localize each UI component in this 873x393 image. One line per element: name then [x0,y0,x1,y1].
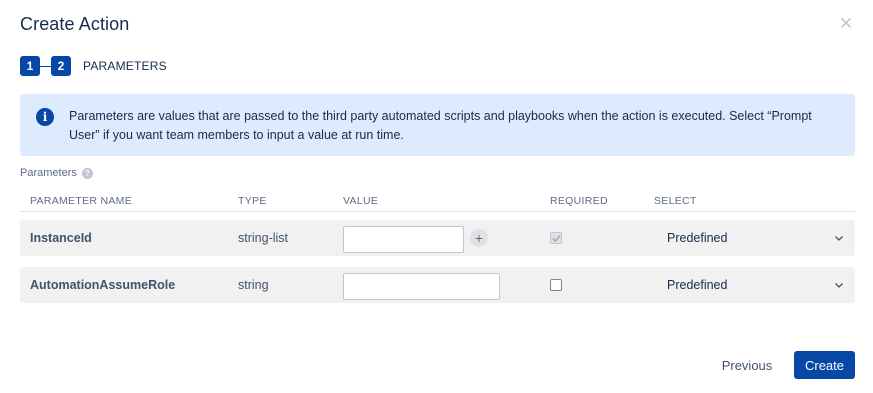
parameter-type: string-list [238,231,289,245]
close-icon[interactable]: ✕ [838,15,854,32]
header-select: SELECT [654,195,697,207]
table-row: InstanceId string-list + Predefined [20,220,855,256]
parameter-name: InstanceId [30,231,92,245]
step-connector [40,65,51,67]
step-1[interactable]: 1 [20,56,40,76]
info-text: Parameters are values that are passed to… [69,109,812,142]
previous-button[interactable]: Previous [708,351,786,379]
value-input[interactable] [343,273,500,300]
chevron-down-icon[interactable] [834,233,844,243]
select-value[interactable]: Predefined [667,267,727,303]
dialog-title: Create Action [20,14,130,34]
required-checkbox[interactable] [550,279,562,291]
header-parameter-name: PARAMETER NAME [30,195,133,207]
chevron-down-icon[interactable] [834,280,844,290]
header-required: REQUIRED [550,195,608,207]
header-type: TYPE [238,195,267,207]
add-value-icon[interactable]: + [470,229,488,247]
header-value: VALUE [343,195,379,207]
table-row: AutomationAssumeRole string Predefined [20,267,855,303]
step-label: PARAMETERS [83,59,167,73]
step-2[interactable]: 2 [51,56,71,76]
value-input[interactable] [343,226,464,253]
parameter-name: AutomationAssumeRole [30,278,176,292]
create-button[interactable]: Create [794,351,855,379]
required-checkbox[interactable] [550,232,562,244]
parameters-label: Parameters [20,167,77,179]
parameter-type: string [238,278,269,292]
select-value[interactable]: Predefined [667,220,727,256]
parameters-section-label: Parameters ? [20,167,93,179]
info-icon: i [36,108,54,126]
help-icon[interactable]: ? [81,167,93,179]
stepper: 1 2 PARAMETERS [20,56,167,76]
table-header: PARAMETER NAME TYPE VALUE REQUIRED SELEC… [20,194,855,212]
info-banner: i Parameters are values that are passed … [20,94,855,156]
